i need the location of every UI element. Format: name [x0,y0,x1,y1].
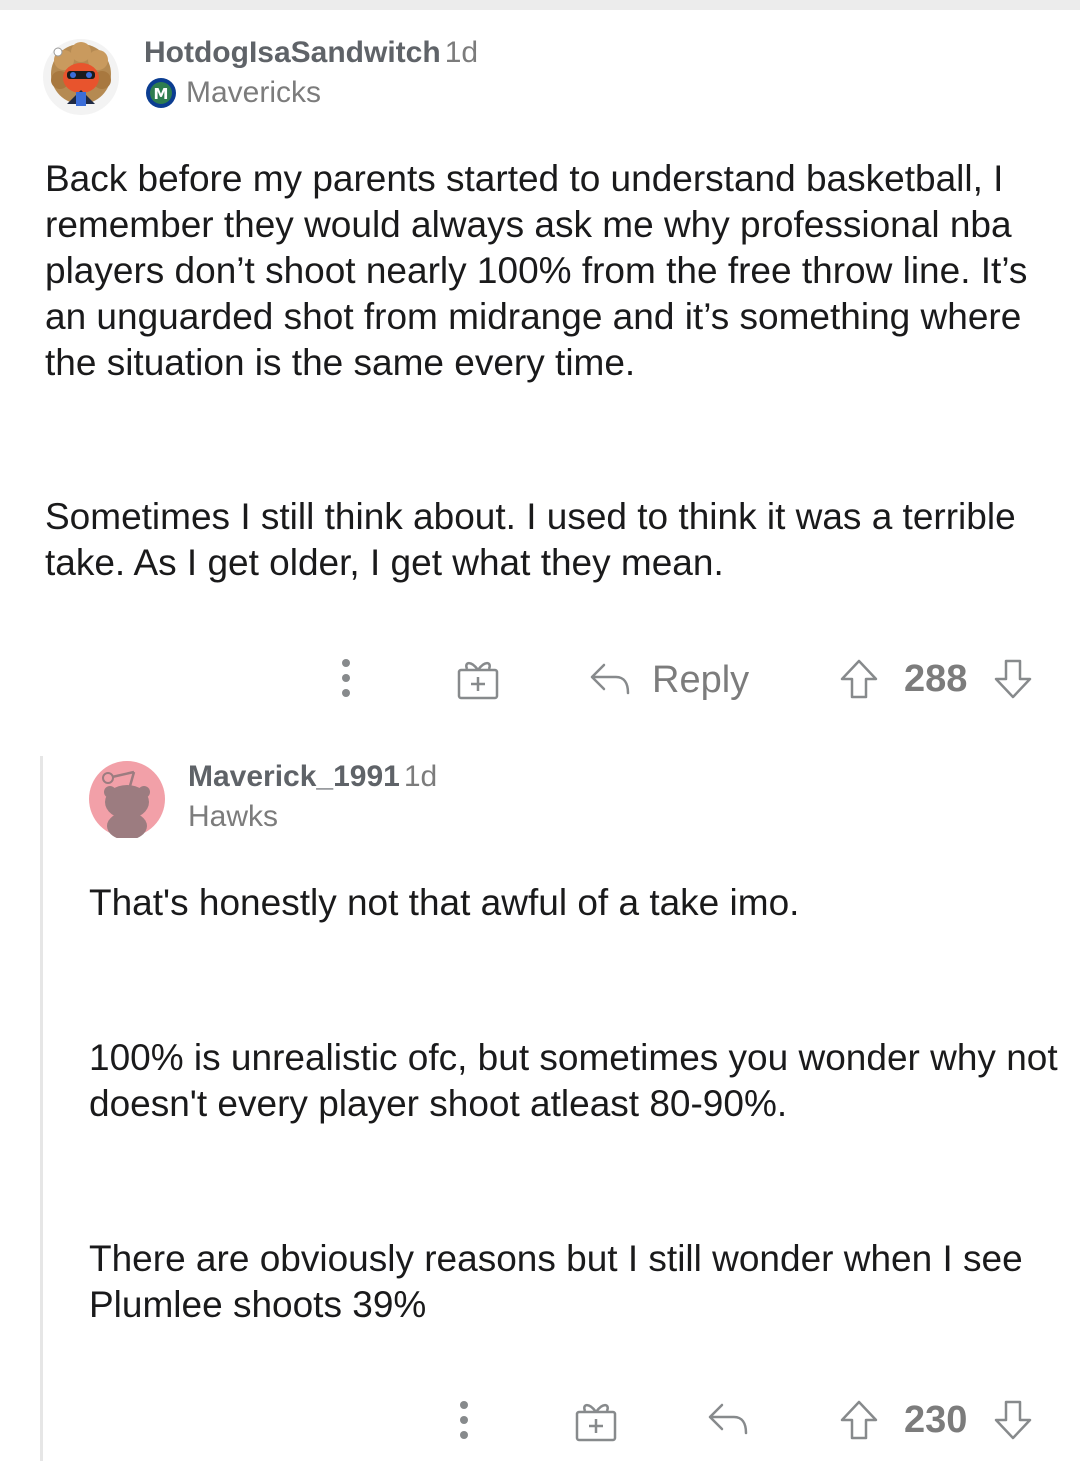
comment-paragraph: That's honestly not that awful of a take… [89,882,800,923]
comment-paragraph: There are obviously reasons but I still … [89,1238,1023,1325]
user-flair: Hawks [188,800,279,833]
upvote-button[interactable] [836,1397,882,1443]
more-vertical-icon [342,659,350,697]
downvote-button[interactable] [990,1397,1036,1443]
upvote-arrow-icon [840,1400,878,1440]
user-avatar[interactable] [42,38,120,116]
reply-button[interactable] [704,1398,752,1442]
comment-age: 1d [403,760,438,793]
award-button[interactable] [452,654,504,702]
reply-label[interactable]: Reply [652,659,749,702]
downvote-button[interactable] [990,656,1036,702]
upvote-button[interactable] [836,656,882,702]
vote-score: 230 [904,1399,968,1441]
comment-author[interactable]: HotdogIsaSandwitch 1d [144,36,478,70]
award-button[interactable] [570,1396,622,1444]
comment-paragraph: Sometimes I still think about. I used to… [45,496,1016,583]
gift-award-icon [457,661,499,700]
comment-paragraph: 100% is unrealistic ofc, but sometimes y… [89,1037,1058,1124]
comment-age: 1d [444,36,479,69]
mavericks-logo-icon: M [146,78,176,108]
more-vertical-icon [460,1401,468,1439]
reply-button[interactable]: Reply [588,654,749,706]
user-flair: M Mavericks [144,76,321,110]
vote-score: 288 [904,658,968,700]
top-divider [0,0,1080,10]
reply-arrow-icon [590,663,630,695]
username[interactable]: Maverick_1991 [188,760,400,793]
downvote-arrow-icon [994,659,1032,699]
username[interactable]: HotdogIsaSandwitch [144,36,441,69]
thread-line[interactable] [40,756,43,1461]
more-options-button[interactable] [444,1398,484,1442]
gift-award-icon [575,1403,617,1442]
comment-author[interactable]: Maverick_1991 1d [188,760,437,794]
downvote-arrow-icon [994,1400,1032,1440]
flair-text: Mavericks [186,76,322,109]
upvote-arrow-icon [840,659,878,699]
more-options-button[interactable] [326,656,366,700]
user-avatar[interactable] [88,760,166,838]
reply-arrow-icon [708,1403,748,1435]
comment-paragraph: Back before my parents started to unders… [45,158,1028,383]
svg-text:M: M [154,85,169,103]
